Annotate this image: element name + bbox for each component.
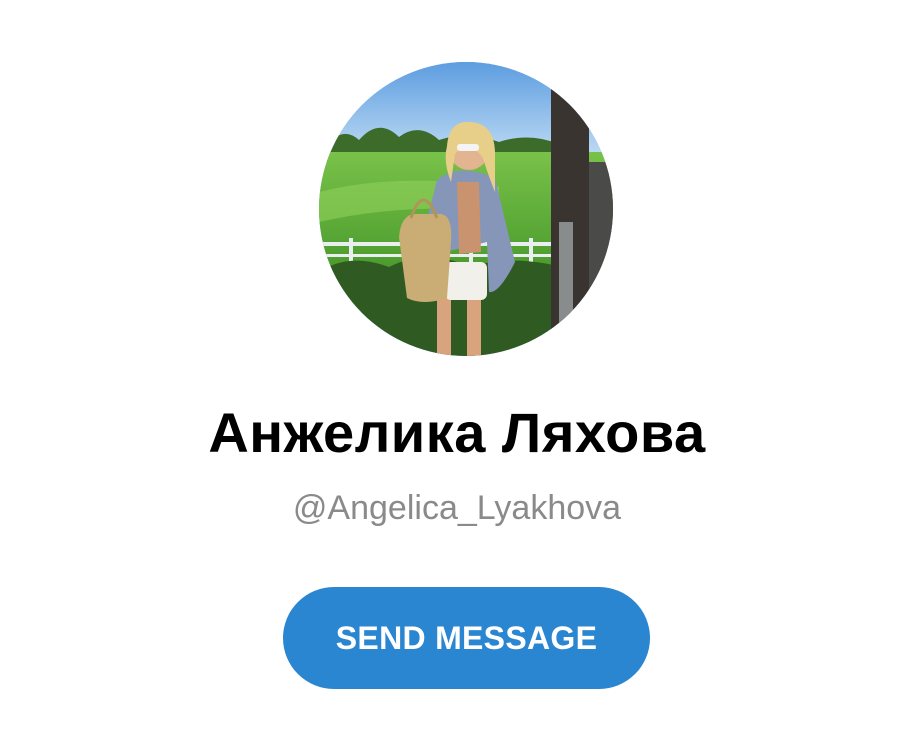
avatar [319,62,613,356]
profile-username: @Angelica_Lyakhova [292,489,622,527]
profile-card: Анжелика Ляхова @Angelica_Lyakhova SEND … [0,0,914,744]
send-message-button[interactable]: SEND MESSAGE [283,587,650,689]
avatar-photo [319,62,613,356]
profile-name: Анжелика Ляхова [208,401,706,464]
